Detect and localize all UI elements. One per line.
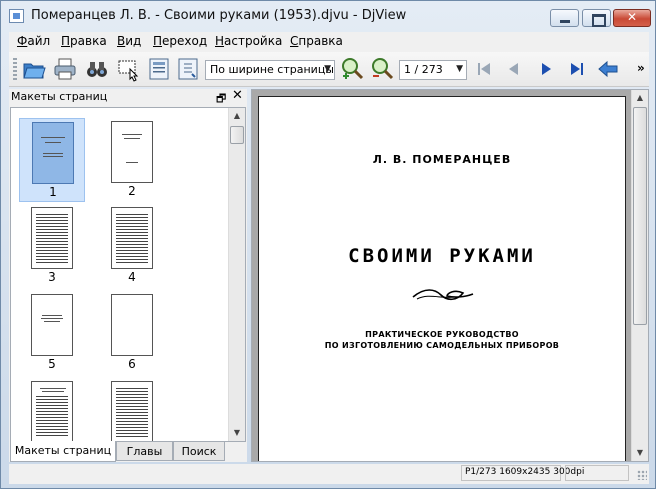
previous-page-icon[interactable]	[501, 56, 527, 82]
menu-edit[interactable]: Правка	[61, 34, 107, 48]
fit-page-icon[interactable]	[146, 56, 172, 82]
next-page-icon[interactable]	[533, 56, 559, 82]
thumbnail-label: 1	[49, 185, 57, 199]
zoom-in-icon[interactable]	[339, 56, 365, 82]
djview-window: Померанцев Л. В. - Своими руками (1953).…	[0, 0, 656, 489]
menu-help[interactable]: Справка	[290, 34, 343, 48]
thumbnail-image	[32, 122, 74, 184]
thumbnails-dock: Макеты страниц 🗗 ✕ 1 2 3 4 5 6 ▲ ▼ Макет…	[9, 88, 247, 462]
thumbnail-image	[31, 207, 73, 269]
menu-settings[interactable]: Настройка	[215, 34, 282, 48]
zoom-mode-select[interactable]: По ширине страницы ▼	[205, 60, 335, 80]
print-icon[interactable]	[52, 56, 78, 82]
scroll-down-icon[interactable]: ▼	[632, 445, 648, 461]
thumbnail-image	[111, 381, 153, 441]
thumbnail-label: 5	[48, 357, 56, 371]
page-subtitle: ПРАКТИЧЕСКОЕ РУКОВОДСТВО ПО ИЗГОТОВЛЕНИЮ…	[259, 329, 625, 351]
tab-outline[interactable]: Главы	[116, 441, 173, 461]
coordinates-status	[565, 465, 629, 481]
page-canvas[interactable]: Л. В. ПОМЕРАНЦЕВ СВОИМИ РУКАМИ ПРАКТИЧЕС…	[252, 90, 632, 461]
tab-find[interactable]: Поиск	[173, 441, 225, 461]
minimize-button[interactable]	[550, 9, 579, 27]
scroll-down-icon[interactable]: ▼	[229, 425, 245, 441]
zoom-out-icon[interactable]	[369, 56, 395, 82]
first-page-icon[interactable]	[471, 56, 497, 82]
page-author: Л. В. ПОМЕРАНЦЕВ	[372, 153, 512, 166]
thumbnail-page[interactable]: 1	[19, 118, 85, 202]
thumbnail-image	[111, 207, 153, 269]
menu-file[interactable]: Файл	[17, 34, 50, 48]
scroll-up-icon[interactable]: ▲	[632, 90, 648, 106]
open-folder-icon[interactable]	[21, 56, 47, 82]
page-info-status: P1/273 1609x2435 300dpi	[461, 465, 584, 481]
maximize-button[interactable]	[582, 9, 611, 27]
thumbnails-panel[interactable]: 1 2 3 4 5 6 ▲ ▼	[10, 107, 246, 442]
select-region-icon[interactable]	[115, 56, 141, 82]
scroll-thumb[interactable]	[633, 107, 647, 325]
window-title: Померанцев Л. В. - Своими руками (1953).…	[31, 8, 407, 23]
continuous-mode-icon[interactable]	[175, 56, 201, 82]
scroll-up-icon[interactable]: ▲	[229, 108, 245, 124]
viewer-scrollbar[interactable]: ▲ ▼	[631, 90, 648, 461]
page-subtitle-line-1: ПРАКТИЧЕСКОЕ РУКОВОДСТВО	[365, 330, 519, 339]
menu-view[interactable]: Вид	[117, 34, 141, 48]
thumbnail-image	[111, 121, 153, 183]
chevron-down-icon: ▼	[324, 64, 331, 74]
tab-thumbnails[interactable]: Макеты страниц	[10, 441, 116, 462]
close-dock-icon[interactable]: ✕	[232, 88, 243, 103]
close-button[interactable]	[613, 9, 651, 27]
page-number-select[interactable]: 1 / 273 ▼	[399, 60, 467, 80]
thumbnail-label: 6	[128, 357, 136, 371]
thumbnail-image	[31, 381, 73, 441]
ornament-icon	[412, 289, 474, 301]
dock-title: Макеты страниц	[11, 90, 108, 103]
title-bar: Померанцев Л. В. - Своими руками (1953).…	[1, 1, 655, 31]
status-bar: P1/273 1609x2435 300dpi	[9, 464, 649, 484]
thumbnail-label: 4	[128, 270, 136, 284]
thumbnail-image	[31, 294, 73, 356]
last-page-icon[interactable]	[564, 56, 590, 82]
document-page: Л. В. ПОМЕРАНЦЕВ СВОИМИ РУКАМИ ПРАКТИЧЕС…	[258, 96, 626, 461]
thumbnail-label: 3	[48, 270, 56, 284]
thumbnail-page[interactable]: 2	[99, 118, 165, 202]
page-subtitle-line-2: ПО ИЗГОТОВЛЕНИЮ САМОДЕЛЬНЫХ ПРИБОРОВ	[324, 341, 560, 350]
page-book-title: СВОИМИ РУКАМИ	[348, 245, 536, 267]
chevron-down-icon: ▼	[456, 64, 463, 74]
thumbnails-scrollbar[interactable]: ▲ ▼	[228, 108, 245, 441]
thumbnail-page[interactable]: 6	[99, 291, 165, 375]
toolbar-grip-icon[interactable]	[13, 58, 17, 80]
document-viewer[interactable]: Л. В. ПОМЕРАНЦЕВ СВОИМИ РУКАМИ ПРАКТИЧЕС…	[251, 89, 649, 462]
app-icon	[9, 9, 24, 23]
thumbnail-page[interactable]: 5	[19, 291, 85, 375]
scroll-thumb[interactable]	[230, 126, 244, 144]
menu-bar: Файл Правка Вид Переход Настройка Справк…	[9, 32, 649, 52]
menu-go[interactable]: Переход	[153, 34, 207, 48]
thumbnail-page[interactable]: 3	[19, 204, 85, 288]
toolbar: По ширине страницы ▼ 1 / 273 ▼ »	[9, 52, 649, 87]
find-binoculars-icon[interactable]	[84, 56, 110, 82]
toolbar-overflow-icon[interactable]: »	[637, 61, 645, 75]
resize-grip-icon[interactable]	[637, 470, 647, 480]
back-arrow-icon[interactable]	[595, 56, 621, 82]
thumbnail-image	[111, 294, 153, 356]
dock-tabs: Макеты страниц Главы Поиск	[9, 441, 247, 462]
thumbnail-label: 2	[128, 184, 136, 198]
thumbnail-page[interactable]: 8	[99, 378, 165, 441]
thumbnail-page[interactable]: 7	[19, 378, 85, 441]
thumbnail-page[interactable]: 4	[99, 204, 165, 288]
